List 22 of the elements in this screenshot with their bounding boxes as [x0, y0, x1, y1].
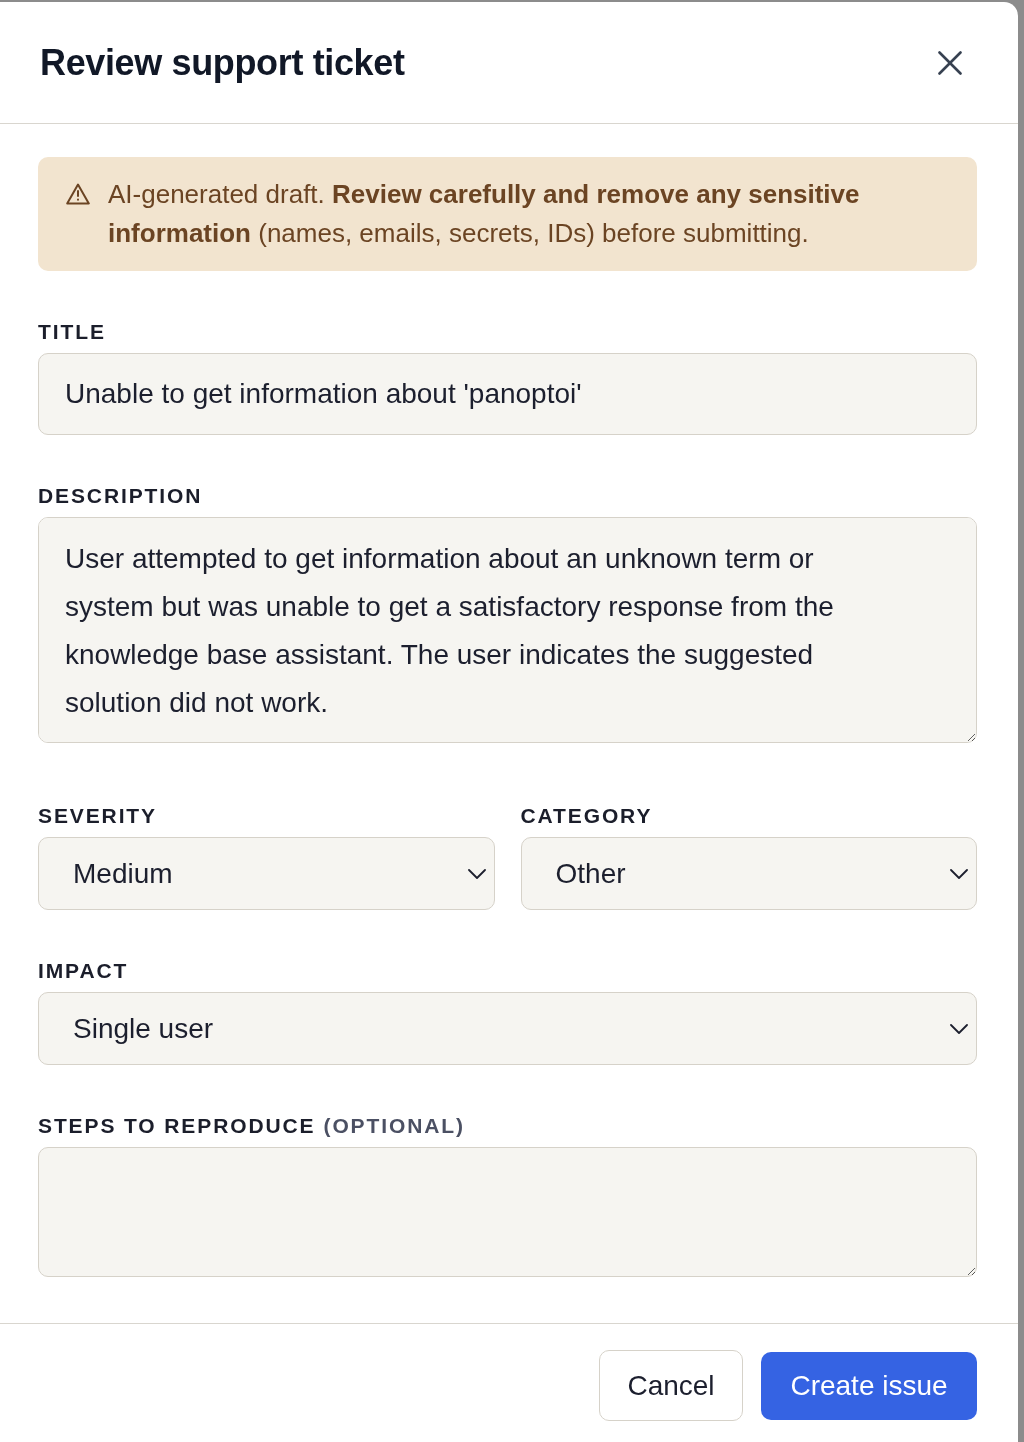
- chevron-down-icon: [950, 868, 968, 879]
- warning-text: AI-generated draft. Review carefully and remove any sensitive information (names, emails, secrets, IDs) before submitting.: [108, 178, 861, 250]
- warning-icon: [66, 183, 90, 205]
- field-label: IMPACT: [38, 958, 129, 984]
- field-label: DESCRIPTION: [38, 483, 203, 509]
- close-icon: [938, 50, 962, 75]
- field-label: SEVERITY: [38, 803, 157, 829]
- close-button[interactable]: [938, 50, 962, 75]
- text-area[interactable]: User attempted to get information about an unknown term or system but was unable to get a satisfactory response from the knowledge base assistant. The user indicates the suggested solution did not work.: [38, 517, 977, 743]
- text-field[interactable]: Unable to get information about 'panoptoi': [38, 353, 977, 435]
- submit-button[interactable]: Create issue: [761, 1351, 977, 1420]
- dropdown[interactable]: Other: [520, 837, 977, 910]
- chevron-down-icon: [467, 868, 486, 879]
- field-label: STEPS TO REPRODUCE: [38, 1113, 316, 1139]
- optional-hint: (OPTIONAL): [323, 1113, 465, 1139]
- chevron-down-icon: [950, 1023, 968, 1034]
- dropdown[interactable]: Single user: [38, 992, 977, 1065]
- dropdown[interactable]: Medium: [38, 837, 495, 910]
- field-label: CATEGORY: [520, 803, 653, 829]
- cancel-button[interactable]: Cancel: [599, 1350, 743, 1421]
- dialog-title: Review support ticket: [40, 40, 405, 85]
- field-label: TITLE: [38, 319, 106, 345]
